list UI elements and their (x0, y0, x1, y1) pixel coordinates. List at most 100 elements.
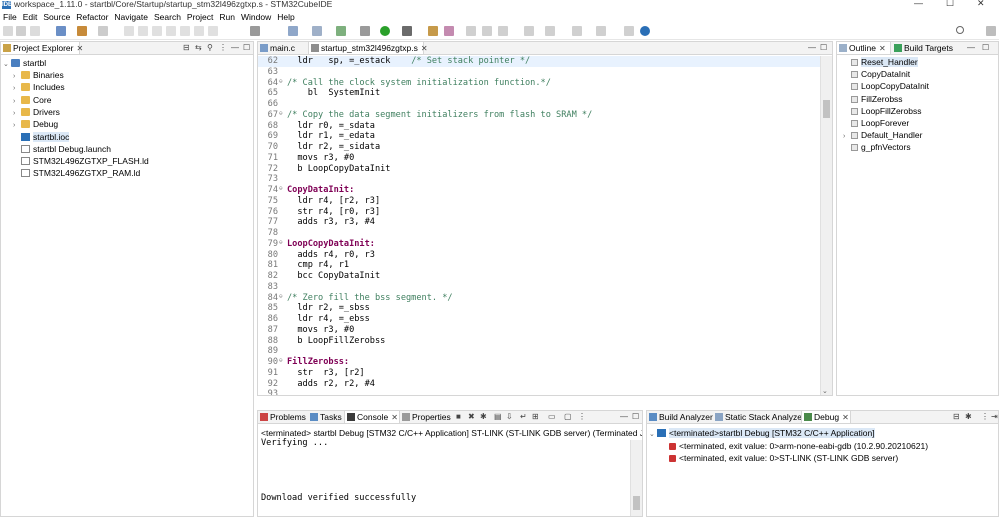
open-task-icon[interactable] (428, 26, 438, 36)
open-console-icon[interactable]: ▢ (564, 412, 572, 421)
maximize-icon[interactable]: ☐ (946, 0, 954, 9)
perspective-icon[interactable] (986, 26, 996, 36)
code-line[interactable]: str r3, [r2] (287, 368, 364, 378)
code-line[interactable]: str r4, [r0, r3] (287, 207, 380, 217)
print-icon[interactable] (98, 26, 108, 36)
search-toolbar-icon[interactable] (444, 26, 454, 36)
code-line[interactable]: /* Zero fill the bss segment. */ (287, 293, 453, 303)
code-line[interactable]: /* Call the clock system initialization … (287, 78, 551, 88)
fold-toggle-icon[interactable]: ⊖ (279, 239, 287, 246)
search-icon[interactable] (956, 26, 964, 34)
menu-navigate[interactable]: Navigate (111, 11, 151, 23)
outline-item-reset-handler[interactable]: Reset_Handler (843, 56, 918, 68)
outline-item-loopfillzerobss[interactable]: LoopFillZerobss (843, 105, 921, 117)
filter-icon[interactable]: ⚲ (207, 43, 213, 52)
hammer-icon[interactable] (77, 26, 87, 36)
code-area[interactable]: 62 ldr sp, =_estack /* Set stack pointer… (258, 56, 820, 395)
close-icon[interactable]: ✕ (842, 413, 849, 422)
code-line[interactable]: ldr r2, =_sidata (287, 142, 380, 152)
pin-console-icon[interactable]: ⊞ (532, 412, 539, 421)
link-editor-icon[interactable]: ⇆ (195, 43, 202, 52)
tab-problems[interactable]: Problems (258, 411, 308, 423)
menu-refactor[interactable]: Refactor (73, 11, 111, 23)
tree-item-includes[interactable]: › Includes (13, 81, 65, 93)
code-line[interactable]: adds r2, r2, #4 (287, 379, 375, 389)
collapse-all-icon[interactable]: ⊟ (183, 43, 190, 52)
info-icon[interactable] (640, 26, 650, 36)
code-line[interactable]: ldr r4, [r2, r3] (287, 196, 380, 206)
tree-root-startbl[interactable]: ⌄ startbl (3, 57, 46, 69)
toggle-block-icon[interactable] (482, 26, 492, 36)
menu-window[interactable]: Window (238, 11, 274, 23)
new-file-icon[interactable] (312, 26, 322, 36)
code-line[interactable]: bl SystemInit (287, 88, 380, 98)
tab-debug[interactable]: Debug ✕ (801, 411, 851, 423)
minimize-panel-icon[interactable]: — (231, 43, 239, 52)
pin-editor-icon[interactable] (624, 26, 634, 36)
code-line[interactable]: LoopCopyDataInit: (287, 239, 375, 249)
new-class-icon[interactable] (288, 26, 298, 36)
view-menu-icon[interactable]: ⋮ (578, 412, 586, 421)
fold-toggle-icon[interactable]: ⊖ (279, 110, 287, 117)
code-line[interactable]: bcc CopyDataInit (287, 271, 380, 281)
code-line[interactable]: adds r4, r0, r3 (287, 250, 375, 260)
outline-item-loopcopydatainit[interactable]: LoopCopyDataInit (843, 80, 929, 92)
terminate-console-icon[interactable]: ■ (456, 412, 461, 421)
tree-item-startbl-ioc[interactable]: startbl.ioc (13, 131, 70, 143)
run-icon[interactable] (380, 26, 390, 36)
view-menu-icon[interactable]: ⋮ (219, 43, 227, 52)
code-line[interactable]: /* Copy the data segment initializers fr… (287, 110, 592, 120)
tools-icon[interactable] (360, 26, 370, 36)
tree-item-stm32l496zgtxp-ram-ld[interactable]: STM32L496ZGTXP_RAM.ld (13, 167, 140, 179)
outline-item-loopforever[interactable]: LoopForever (843, 117, 909, 129)
editor-scroll-thumb[interactable] (823, 100, 830, 118)
scroll-down-icon[interactable]: ⌄ (822, 387, 828, 395)
new-icon[interactable] (3, 26, 13, 36)
console-scrollbar[interactable] (630, 440, 642, 516)
back-icon[interactable] (572, 26, 582, 36)
suspend-icon[interactable] (152, 26, 162, 36)
fold-toggle-icon[interactable]: ⊖ (279, 357, 287, 364)
debug-launch-row[interactable]: ⌄ <terminated>startbl Debug [STM32 C/C++ … (649, 427, 875, 439)
close-icon[interactable]: ✕ (391, 413, 398, 422)
debug-process-row[interactable]: <terminated, exit value: 0>ST-LINK (ST-L… (669, 452, 898, 464)
code-line[interactable]: ldr r2, =_sbss (287, 303, 369, 313)
tab-static-stack-analyzer[interactable]: Static Stack Analyzer (713, 411, 805, 423)
show-whitespace-icon[interactable] (498, 26, 508, 36)
minimize-panel-icon[interactable]: — (808, 43, 816, 52)
tree-item-stm32l496zgtxp-flash-ld[interactable]: STM32L496ZGTXP_FLASH.ld (13, 155, 149, 167)
maximize-panel-icon[interactable]: ☐ (820, 43, 827, 52)
save-all-icon[interactable] (30, 26, 40, 36)
tab-startup-s[interactable]: startup_stm32l496zgtxp.s ✕ (308, 42, 428, 54)
fold-toggle-icon[interactable]: ⊖ (279, 185, 287, 192)
skip-breakpoints-icon[interactable] (124, 26, 134, 36)
step-filter-icon[interactable]: ⇥ (991, 412, 998, 421)
minimize-icon[interactable]: — (914, 0, 923, 8)
tab-tasks[interactable]: Tasks (308, 411, 344, 423)
debug-process-row[interactable]: <terminated, exit value: 0>arm-none-eabi… (669, 440, 928, 452)
code-line[interactable]: FillZerobss: (287, 357, 349, 367)
forward-icon[interactable] (596, 26, 606, 36)
code-line[interactable]: ldr r4, =_ebss (287, 314, 369, 324)
tab-build-analyzer[interactable]: Build Analyzer (647, 411, 713, 423)
code-line[interactable]: CopyDataInit: (287, 185, 354, 195)
code-line[interactable]: adds r3, r3, #4 (287, 217, 375, 227)
code-line[interactable]: movs r3, #0 (287, 153, 354, 163)
editor-scrollbar[interactable]: ⌄ (820, 56, 832, 395)
tab-main-c[interactable]: main.c (258, 42, 308, 54)
save-icon[interactable] (16, 26, 26, 36)
code-line[interactable]: movs r3, #0 (287, 325, 354, 335)
maximize-panel-icon[interactable]: ☐ (982, 43, 989, 52)
menu-file[interactable]: File (0, 11, 20, 23)
menu-edit[interactable]: Edit (20, 11, 41, 23)
tab-project-explorer[interactable]: Project Explorer ✕ (1, 42, 83, 54)
maximize-panel-icon[interactable]: ☐ (243, 43, 250, 52)
tab-properties[interactable]: Properties (400, 411, 454, 423)
next-annotation-icon[interactable] (524, 26, 534, 36)
tree-item-binaries[interactable]: › Binaries (13, 69, 64, 81)
close-window-icon[interactable]: ✕ (977, 0, 985, 9)
close-icon[interactable]: ✕ (421, 44, 428, 53)
code-line[interactable]: ldr sp, =_estack /* Set stack pointer */ (287, 56, 530, 66)
chevron-down-icon[interactable]: ⌄ (3, 59, 11, 71)
code-line[interactable]: b LoopCopyDataInit (287, 164, 390, 174)
